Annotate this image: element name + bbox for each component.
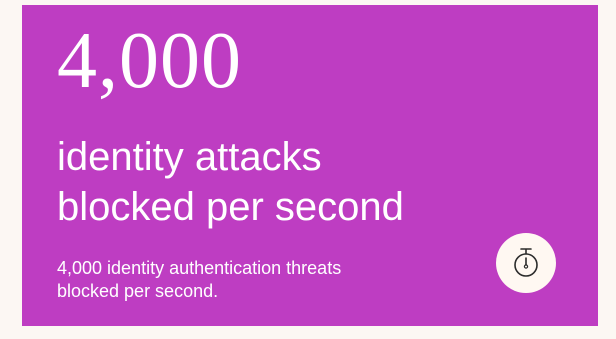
stopwatch-badge: [496, 233, 556, 293]
stat-headline-line-2: blocked per second: [57, 185, 404, 229]
stat-description-line-1: 4,000 identity authentication threats: [57, 258, 342, 278]
stat-description: 4,000 identity authentication threats bl…: [57, 257, 341, 303]
stopwatch-icon: [514, 248, 538, 277]
stat-card: 4,000 identity attacks blocked per secon…: [22, 5, 598, 326]
stat-headline: identity attacks blocked per second: [57, 132, 404, 232]
stat-description-line-2: blocked per second.: [57, 281, 219, 301]
stat-headline-line-1: identity attacks: [57, 135, 322, 179]
stat-number: 4,000: [57, 17, 242, 105]
